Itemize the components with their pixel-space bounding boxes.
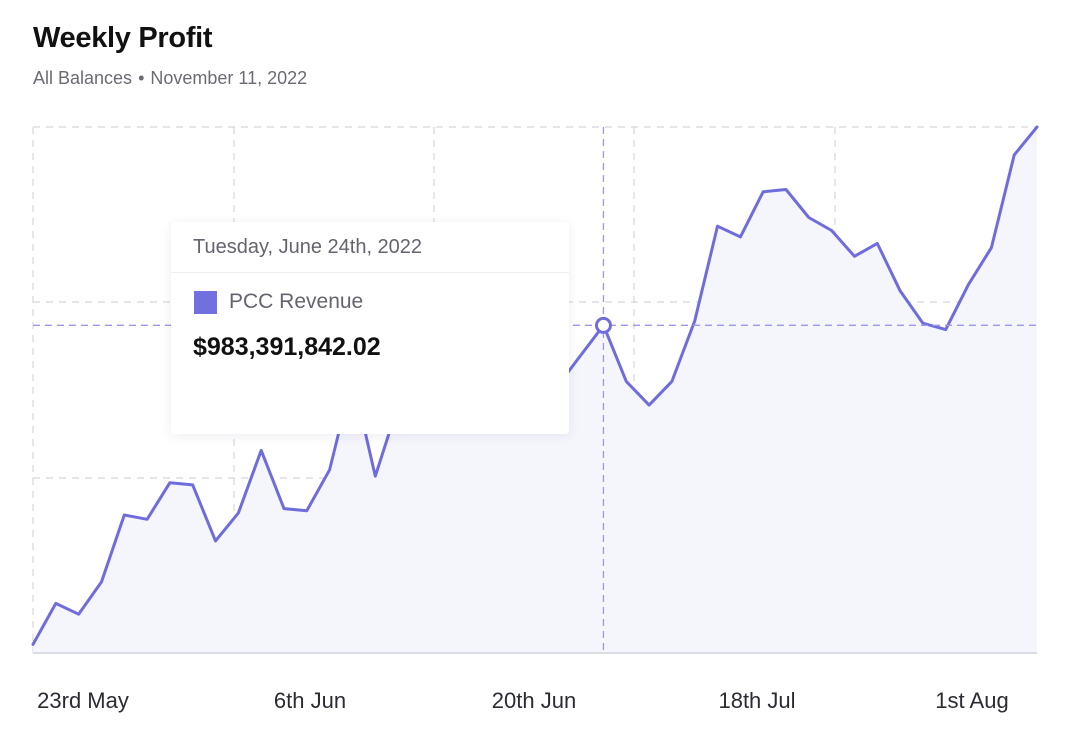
- x-tick-label: 18th Jul: [718, 688, 795, 713]
- series-swatch: [194, 291, 217, 314]
- tooltip-divider: [171, 272, 569, 273]
- tooltip-series-name: PCC Revenue: [229, 290, 364, 313]
- hover-point-marker[interactable]: [594, 316, 612, 334]
- chart-tooltip: Tuesday, June 24th, 2022 PCC Revenue $98…: [171, 222, 569, 434]
- tooltip-date: Tuesday, June 24th, 2022: [193, 236, 423, 258]
- x-tick-label: 1st Aug: [935, 688, 1008, 713]
- tooltip-value: $983,391,842.02: [193, 333, 381, 361]
- x-tick-label: 20th Jun: [492, 688, 576, 713]
- x-tick-label: 6th Jun: [274, 688, 346, 713]
- x-axis-ticks: 23rd May 6th Jun 20th Jun 18th Jul 1st Aug: [37, 688, 1009, 713]
- x-tick-label: 23rd May: [37, 688, 129, 713]
